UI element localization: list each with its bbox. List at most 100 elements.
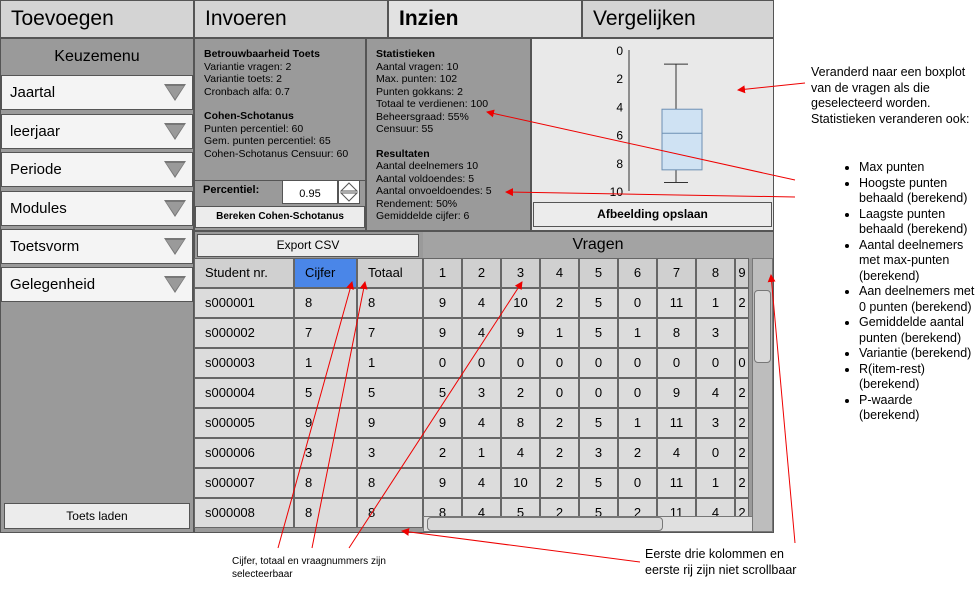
total-cell: 8 (357, 288, 423, 318)
sidebar-item-jaartal[interactable]: Jaartal (1, 75, 193, 110)
question-score-cell: 3 (579, 438, 618, 468)
column-header-cijfer[interactable]: Cijfer (294, 258, 357, 288)
stat-line: Punten gokkans: 2 (376, 85, 463, 98)
horizontal-scrollbar-thumb[interactable] (427, 517, 663, 531)
sidebar-item-label: Periode (10, 161, 62, 178)
question-score-cell: 1 (618, 318, 657, 348)
question-number-header[interactable]: 5 (579, 258, 618, 288)
sidebar-item-modules[interactable]: Modules (1, 191, 193, 226)
reliability-line: Cronbach alfa: 0.7 (204, 85, 290, 98)
question-score-cell: 1 (618, 408, 657, 438)
cohen-line: Punten percentiel: 60 (204, 122, 304, 135)
question-score-cell: 0 (540, 378, 579, 408)
percentile-stepper[interactable] (338, 180, 360, 204)
question-score-cell: 4 (462, 288, 501, 318)
save-image-button[interactable]: Afbeelding opslaan (533, 202, 772, 227)
chevron-down-icon[interactable] (164, 161, 186, 178)
select-note: Cijfer, totaal en vraagnummers zijn sele… (232, 556, 386, 580)
question-score-cell: 9 (423, 318, 462, 348)
sidebar-item-label: leerjaar (10, 123, 61, 140)
question-score-cell: 1 (696, 288, 735, 318)
chevron-down-icon[interactable] (164, 123, 186, 140)
question-number-header[interactable]: 8 (696, 258, 735, 288)
chevron-down-icon[interactable] (164, 200, 186, 217)
total-cell: 7 (357, 318, 423, 348)
tab-toevoegen[interactable]: Toevoegen (0, 0, 194, 38)
student-cell: s000004 (194, 378, 294, 408)
bullet-item: Aantal deelnemers met max-punten (bereke… (859, 238, 976, 285)
total-cell: 9 (357, 408, 423, 438)
question-score-cell: 8 (657, 318, 696, 348)
tab-vergelijken[interactable]: Vergelijken (582, 0, 774, 38)
question-number-header[interactable]: 2 (462, 258, 501, 288)
question-score-cell: 2 (735, 468, 749, 498)
sidebar-item-periode[interactable]: Periode (1, 152, 193, 187)
student-cell: s000006 (194, 438, 294, 468)
vertical-scrollbar-thumb[interactable] (754, 290, 771, 363)
question-number-header[interactable]: 6 (618, 258, 657, 288)
student-cell: s000001 (194, 288, 294, 318)
calc-cohen-button[interactable]: Bereken Cohen-Schotanus (195, 206, 365, 228)
boxplot-box (661, 108, 703, 171)
question-score-cell: 2 (735, 408, 749, 438)
question-score-cell: 0 (618, 378, 657, 408)
question-score-cell: 0 (696, 348, 735, 378)
question-score-cell: 5 (579, 468, 618, 498)
question-number-header[interactable]: 3 (501, 258, 540, 288)
boxplot-tick-label: 8 (616, 157, 623, 171)
percentile-input[interactable]: 0.95 (282, 180, 338, 204)
bullet-item: Variantie (berekend) (859, 346, 976, 362)
question-score-cell: 4 (696, 378, 735, 408)
bullet-item: R(item-rest) (berekend) (859, 362, 976, 393)
question-score-cell: 1 (696, 468, 735, 498)
question-score-cell: 5 (579, 318, 618, 348)
cohen-line: Gem. punten percentiel: 65 (204, 135, 331, 147)
grade-cell: 5 (294, 378, 357, 408)
column-header-student: Student nr. (194, 258, 294, 288)
question-score-cell: 10 (501, 468, 540, 498)
sidebar-item-gelegenheid[interactable]: Gelegenheid (1, 267, 193, 302)
boxplot-tick-label: 0 (616, 44, 623, 58)
arrow (767, 274, 796, 544)
grade-cell: 1 (294, 348, 357, 378)
result-line: Rendement: 50% (376, 197, 458, 210)
question-number-header[interactable]: 1 (423, 258, 462, 288)
question-number-header[interactable]: 7 (657, 258, 696, 288)
load-test-button[interactable]: Toets laden (4, 503, 190, 529)
bullet-item: P-waarde (berekend) (859, 393, 976, 424)
question-score-cell: 4 (501, 438, 540, 468)
question-score-cell: 0 (618, 468, 657, 498)
chevron-down-icon[interactable] (164, 238, 186, 255)
grade-cell: 8 (294, 468, 357, 498)
question-score-cell: 0 (579, 348, 618, 378)
grade-cell: 9 (294, 408, 357, 438)
question-score-cell: 9 (501, 318, 540, 348)
reliability-panel: Betrouwbaarheid Toets Variantie vragen: … (194, 38, 366, 182)
stat-line: Beheersgraad: 55% (376, 110, 469, 123)
tab-invoeren[interactable]: Invoeren (194, 0, 388, 38)
question-number-header[interactable]: 4 (540, 258, 579, 288)
result-line: Aantal voldoendes: 5 (376, 172, 475, 185)
question-score-cell: 9 (423, 408, 462, 438)
question-score-cell: 9 (423, 468, 462, 498)
total-cell: 5 (357, 378, 423, 408)
column-header-totaal[interactable]: Totaal (357, 258, 423, 288)
tab-inzien[interactable]: Inzien (388, 0, 582, 38)
question-score-cell: 0 (423, 348, 462, 378)
chevron-down-icon[interactable] (164, 276, 186, 293)
boxplot-tick-label: 10 (610, 185, 624, 198)
question-number-header[interactable]: 9 (735, 258, 749, 288)
sidebar-item-leerjaar[interactable]: leerjaar (1, 114, 193, 149)
stat-line: Max. punten: 102 (376, 73, 458, 85)
export-csv-button[interactable]: Export CSV (197, 234, 419, 257)
question-score-cell: 2 (618, 438, 657, 468)
total-cell: 8 (357, 468, 423, 498)
chevron-down-icon[interactable] (164, 84, 186, 101)
question-score-cell: 2 (540, 438, 579, 468)
sidebar-item-toetsvorm[interactable]: Toetsvorm (1, 229, 193, 264)
sidebar-item-label: Gelegenheid (10, 276, 96, 293)
question-score-cell: 1 (462, 438, 501, 468)
question-score-cell: 3 (696, 408, 735, 438)
result-line: Aantal onvoeldoendes: 5 (376, 185, 492, 197)
question-score-cell: 11 (657, 288, 696, 318)
